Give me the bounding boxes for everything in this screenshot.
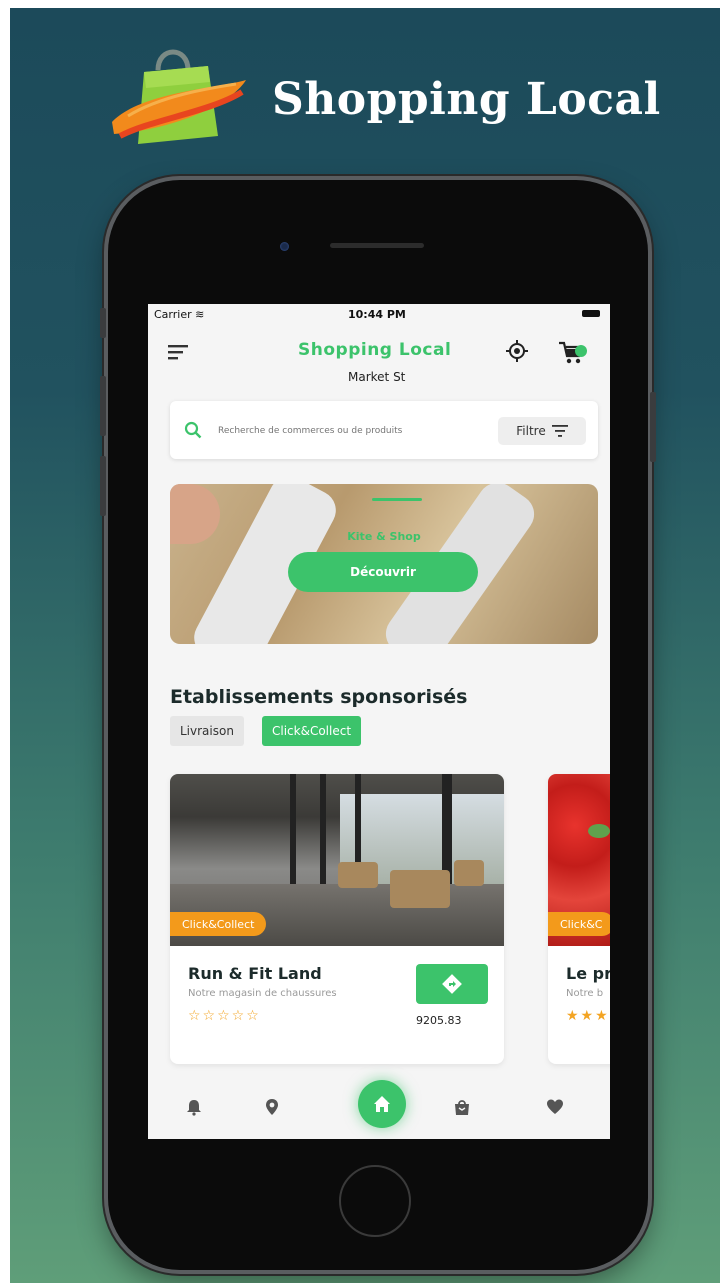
carrier-label: Carrier ≋ — [154, 308, 205, 321]
store-name: Run & Fit Land — [188, 964, 322, 983]
earpiece-speaker — [330, 243, 424, 248]
promo-banner[interactable]: Kite & Shop Découvrir — [170, 484, 598, 644]
shopping-bag-logo-icon — [112, 49, 246, 144]
store-distance: 9205.83 — [416, 1014, 462, 1027]
map-pin-icon[interactable] — [263, 1098, 281, 1116]
current-location[interactable]: Market St — [348, 370, 405, 384]
bell-icon[interactable] — [185, 1098, 203, 1116]
phone-frame: Carrier ≋ 10:44 PM Shopping Local Market… — [100, 180, 656, 1270]
store-rating-stars: ☆☆☆☆☆ — [188, 1008, 261, 1024]
discover-button[interactable]: Découvrir — [288, 552, 478, 592]
app-screen: Carrier ≋ 10:44 PM Shopping Local Market… — [148, 304, 610, 1139]
bag-icon[interactable] — [453, 1098, 471, 1116]
heart-icon[interactable] — [546, 1098, 564, 1116]
filter-icon — [551, 425, 568, 437]
store-rating-stars: ★★★ — [566, 1008, 610, 1024]
search-input[interactable] — [216, 419, 460, 443]
menu-icon[interactable] — [168, 344, 190, 360]
search-bar: Filtre — [170, 401, 598, 459]
filter-label: Filtre — [516, 424, 546, 438]
store-description: Notre b — [566, 988, 604, 999]
brand-title: Shopping Local — [272, 74, 661, 125]
click-collect-badge: Click&C — [548, 912, 610, 936]
chip-delivery[interactable]: Livraison — [170, 716, 244, 746]
cart-icon[interactable] — [558, 340, 588, 366]
wifi-icon: ≋ — [195, 308, 205, 321]
store-card[interactable]: Click&C Le pri Notre b ★★★ — [548, 774, 610, 1064]
home-button[interactable] — [358, 1080, 406, 1128]
crosshair-icon[interactable] — [506, 340, 528, 362]
status-time: 10:44 PM — [348, 308, 406, 321]
home-icon — [374, 1096, 390, 1112]
filter-button[interactable]: Filtre — [498, 417, 586, 445]
store-description: Notre magasin de chaussures — [188, 988, 337, 999]
app-title: Shopping Local — [298, 340, 452, 360]
phone-home-button[interactable] — [339, 1165, 411, 1237]
store-name: Le pri — [566, 964, 610, 983]
battery-icon — [582, 310, 600, 317]
section-title: Etablissements sponsorisés — [170, 686, 468, 708]
directions-icon — [442, 974, 462, 994]
store-card[interactable]: Click&Collect Run & Fit Land Notre magas… — [170, 774, 504, 1064]
banner-kicker: Kite & Shop — [347, 530, 421, 543]
promo-poster: Shopping Local Carrier ≋ 10:44 PM Shoppi… — [10, 8, 720, 1283]
front-camera — [280, 242, 289, 251]
search-icon — [184, 421, 202, 439]
status-bar: Carrier ≋ 10:44 PM — [148, 304, 610, 324]
chip-click-collect[interactable]: Click&Collect — [262, 716, 362, 746]
directions-button[interactable] — [416, 964, 488, 1004]
click-collect-badge: Click&Collect — [170, 912, 267, 936]
banner-page-indicator — [372, 498, 422, 501]
bottom-nav — [148, 1074, 610, 1139]
mute-switch — [100, 308, 106, 338]
power-button — [650, 392, 656, 462]
volume-up-button — [100, 376, 106, 436]
volume-down-button — [100, 456, 106, 516]
